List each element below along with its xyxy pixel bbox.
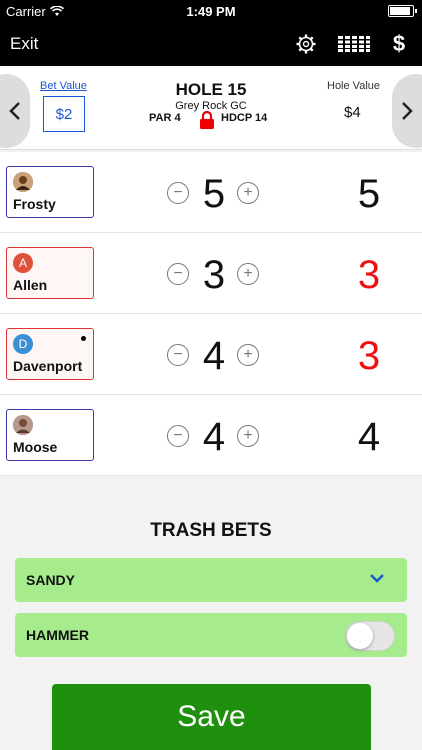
player-row: Moose − 4 + 4 (0, 395, 422, 476)
decrease-score-button[interactable]: − (167, 182, 189, 204)
save-button[interactable]: Save (52, 684, 371, 750)
net-score: 3 (357, 253, 381, 297)
exit-button[interactable]: Exit (10, 34, 38, 54)
avatar (13, 415, 33, 435)
hole-value: $4 (344, 104, 361, 121)
navigation-bar: Exit $ (0, 22, 422, 66)
player-name: Frosty (13, 196, 56, 212)
player-name: Davenport (13, 358, 83, 374)
player-name: Moose (13, 439, 58, 455)
player-name: Allen (13, 277, 48, 293)
gear-icon[interactable] (294, 32, 318, 56)
marker-dot (81, 336, 86, 341)
player-card-allen[interactable]: A Allen (6, 247, 94, 299)
lock-icon[interactable] (199, 110, 215, 130)
top-bar: Carrier 1:49 PM Exit $ (0, 0, 422, 66)
player-row: D Davenport − 4 + 3 (0, 314, 422, 395)
decrease-score-button[interactable]: − (167, 263, 189, 285)
player-card-moose[interactable]: Moose (6, 409, 94, 461)
status-time: 1:49 PM (186, 4, 236, 19)
avatar: A (13, 253, 33, 273)
scorecard-grid-icon[interactable] (338, 32, 370, 56)
net-score: 5 (357, 172, 381, 216)
trash-bet-hammer: HAMMER (15, 613, 407, 657)
decrease-score-button[interactable]: − (167, 425, 189, 447)
net-score: 3 (357, 334, 381, 378)
hole-header: Bet Value $2 HOLE 15 Grey Rock GC PAR 4 … (0, 66, 422, 150)
player-card-frosty[interactable]: Frosty (6, 166, 94, 218)
hole-par: PAR 4 (149, 112, 181, 124)
chevron-down-icon[interactable] (369, 572, 385, 584)
status-bar: Carrier 1:49 PM (0, 0, 422, 22)
player-row: Frosty − 5 + 5 (0, 152, 422, 233)
increase-score-button[interactable]: + (237, 344, 259, 366)
trash-bet-label: HAMMER (26, 627, 89, 643)
avatar: D (13, 334, 33, 354)
hole-handicap: HDCP 14 (221, 112, 268, 124)
player-list: Frosty − 5 + 5 A Allen − 3 + 3 D Davenpo… (0, 152, 422, 476)
increase-score-button[interactable]: + (237, 263, 259, 285)
next-hole-button[interactable] (392, 74, 422, 148)
gross-score: 4 (202, 415, 226, 459)
decrease-score-button[interactable]: − (167, 344, 189, 366)
dollar-icon[interactable]: $ (388, 31, 410, 56)
player-card-davenport[interactable]: D Davenport (6, 328, 94, 380)
trash-bet-label: SANDY (26, 572, 76, 588)
hammer-toggle[interactable] (345, 621, 395, 651)
gross-score: 3 (202, 253, 226, 297)
chevron-right-icon (402, 102, 413, 120)
battery-icon (388, 5, 417, 17)
player-row: A Allen − 3 + 3 (0, 233, 422, 314)
trash-bets-title: TRASH BETS (150, 520, 272, 541)
hole-value-label: Hole Value (327, 80, 380, 92)
gross-score: 4 (202, 334, 226, 378)
trash-bet-sandy[interactable]: SANDY (15, 558, 407, 602)
increase-score-button[interactable]: + (237, 425, 259, 447)
avatar (13, 172, 33, 192)
net-score: 4 (357, 415, 381, 459)
increase-score-button[interactable]: + (237, 182, 259, 204)
gross-score: 5 (202, 172, 226, 216)
